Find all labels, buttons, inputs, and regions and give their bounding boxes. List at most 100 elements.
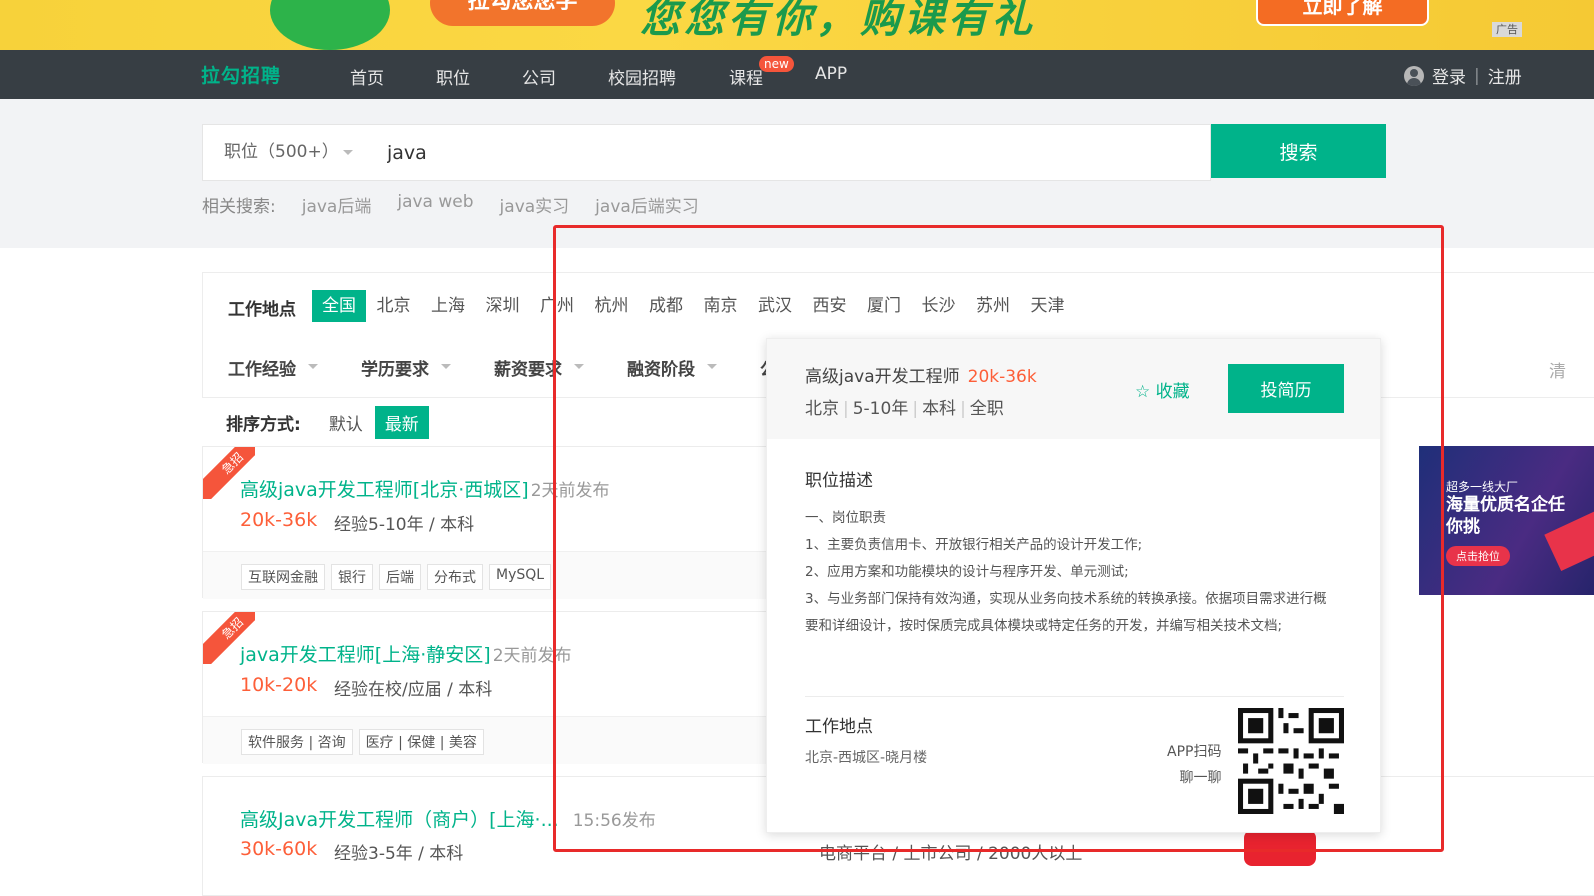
job-card[interactable]: 急招 高级java开发工程师[北京·西城区] 2天前发布 20k-36k 经验5-… [202,446,782,599]
site-logo[interactable]: 拉勾招聘 [201,61,281,88]
chevron-down-icon [574,364,584,374]
city-list: 全国 北京 上海 深圳 广州 杭州 成都 南京 武汉 西安 厦门 长沙 苏州 天… [312,290,1075,322]
city-option[interactable]: 杭州 [585,290,639,322]
nav-separator: | [1474,65,1480,86]
favorite-button[interactable]: ☆ 收藏 [1135,377,1190,402]
side-ad-button[interactable]: 点击抢位 [1446,546,1510,566]
job-tag: 银行 [331,564,373,590]
job-salary: 20k-36k [240,509,318,531]
sort-default[interactable]: 默认 [329,410,363,435]
popup-city: 北京 [805,399,839,419]
city-option[interactable]: 成都 [639,290,693,322]
search-area: 职位（500+） 搜索 相关搜索: java后端 java web java实习… [0,99,1594,248]
nav-home[interactable]: 首页 [350,64,384,89]
job-tags: 软件服务 | 咨询 医疗 | 保健 | 美容 [241,729,484,755]
desc-heading: 职位描述 [805,471,873,491]
city-option[interactable]: 天津 [1021,290,1075,322]
job-requirements: 经验3-5年 / 本科 [334,844,464,864]
city-option[interactable]: 武汉 [748,290,802,322]
sort-label: 排序方式: [226,415,301,435]
city-option[interactable]: 长沙 [912,290,966,322]
job-tag: 互联网金融 [241,564,325,590]
chevron-down-icon [441,364,451,374]
search-type-select[interactable]: 职位（500+） [202,124,369,181]
company-logo [1244,830,1316,866]
nav-companies[interactable]: 公司 [522,64,556,89]
job-tags: 互联网金融 银行 后端 分布式 MySQL [241,564,552,590]
search-button[interactable]: 搜索 [1211,124,1386,178]
favorite-label: 收藏 [1155,382,1190,402]
job-posted: 2天前发布 [530,481,610,501]
search-input[interactable] [368,124,1211,181]
job-detail-popup: 高级java开发工程师 20k-36k 北京 | 5-10年 | 本科 | 全职 ☆ 收藏 投… [766,338,1381,833]
company-meta: 电商平台 / 上市公司 / 2000人以上 [819,844,1083,864]
new-badge: new [759,56,794,72]
star-icon: ☆ [1135,382,1151,402]
job-tag: 分布式 [427,564,483,590]
job-tags-bar: 互联网金融 银行 后端 分布式 MySQL [203,551,781,599]
job-title-link[interactable]: java开发工程师[上海·静安区] 2天前发布 [240,640,572,667]
city-option[interactable]: 全国 [312,290,366,322]
city-option[interactable]: 北京 [367,290,421,322]
user-avatar-icon [1404,65,1424,86]
popup-jobtype: 全职 [969,399,1004,419]
sort-newest[interactable]: 最新 [374,406,429,439]
job-card[interactable]: 急招 java开发工程师[上海·静安区] 2天前发布 10k-20k 经验在校/应… [202,611,782,764]
side-ad[interactable]: 超多一线大厂 海量优质名企任你挑 点击抢位 [1419,446,1594,595]
related-link[interactable]: java web [397,192,473,217]
job-tag: 后端 [379,564,421,590]
city-option[interactable]: 广州 [530,290,584,322]
job-posted: 15:56发布 [572,811,656,831]
scan-line2: 聊一聊 [1179,770,1222,786]
job-tag: 软件服务 | 咨询 [241,729,353,755]
desc-line: 一、岗位职责 [805,510,886,526]
register-link[interactable]: 注册 [1488,63,1522,88]
popup-education: 本科 [922,399,957,419]
job-description: 一、岗位职责 1、主要负责信用卡、开放银行相关产品的设计开发工作; 2、应用方案… [805,505,1340,640]
experience-filter[interactable]: 工作经验 [228,355,361,380]
city-option[interactable]: 上海 [421,290,475,322]
chevron-down-icon [343,150,353,160]
city-option[interactable]: 厦门 [857,290,911,322]
funding-filter[interactable]: 融资阶段 [627,355,760,380]
login-link[interactable]: 登录 [1432,63,1466,88]
chevron-down-icon [707,364,717,374]
chevron-down-icon [308,364,318,374]
job-title-link[interactable]: 高级Java开发工程师（商户）[上海·... 15:56发布 [240,805,656,832]
city-option[interactable]: 西安 [803,290,857,322]
related-searches: 相关搜索: java后端 java web java实习 java后端实习 [202,192,699,217]
nav-jobs[interactable]: 职位 [436,64,470,89]
ad-label: 广告 [1492,22,1522,37]
city-option[interactable]: 南京 [694,290,748,322]
city-option[interactable]: 深圳 [476,290,530,322]
apply-button[interactable]: 投简历 [1228,364,1344,413]
scan-text: APP扫码 聊一聊 [1167,739,1221,791]
job-tag: MySQL [489,564,552,590]
job-posted: 2天前发布 [492,646,572,666]
salary-filter[interactable]: 薪资要求 [494,355,627,380]
banner-cta-button[interactable]: 立即了解 [1256,0,1429,26]
city-option[interactable]: 苏州 [966,290,1020,322]
nav-campus[interactable]: 校园招聘 [608,64,676,89]
scan-line1: APP扫码 [1167,744,1222,760]
experience-filter-label: 工作经验 [228,360,296,380]
related-link[interactable]: java实习 [500,192,570,217]
job-title: 高级java开发工程师[北京·西城区] [240,479,529,501]
job-requirements: 经验5-10年 / 本科 [334,515,475,535]
qr-code-icon [1238,708,1344,814]
clear-filters-link[interactable]: 清 [1549,357,1566,382]
related-link[interactable]: java后端实习 [595,192,699,217]
nav-courses[interactable]: 课程 [729,64,763,89]
top-ad-banner[interactable]: 拉勾您您学 您您有你，购课有礼 立即了解 广告 [0,0,1594,50]
nav-app[interactable]: APP [815,64,847,84]
desc-line: 1、主要负责信用卡、开放银行相关产品的设计开发工作; [805,537,1143,553]
side-ad-line2: 海量优质名企任你挑 [1446,495,1565,537]
sort-bar: 排序方式: 默认 最新 [226,406,445,439]
education-filter-label: 学历要求 [361,360,429,380]
popup-job-title: 高级java开发工程师 [805,367,960,387]
related-link[interactable]: java后端 [302,192,372,217]
education-filter[interactable]: 学历要求 [361,355,494,380]
job-title-link[interactable]: 高级java开发工程师[北京·西城区] 2天前发布 [240,475,610,502]
popup-divider [805,696,1344,697]
popup-meta: 北京 | 5-10年 | 本科 | 全职 [805,399,1004,419]
